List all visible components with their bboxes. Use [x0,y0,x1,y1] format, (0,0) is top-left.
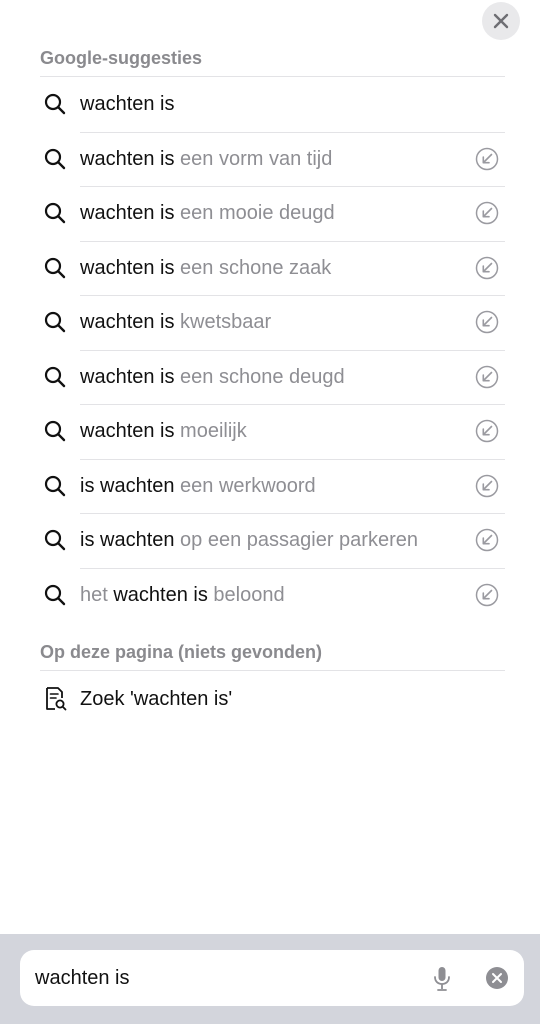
row-divider [80,513,505,514]
search-icon [44,311,66,333]
suggestion-query: wachten is [80,257,175,279]
suggestion-row[interactable]: wachten is [0,77,540,131]
suggestion-row[interactable]: wachten is een schone zaak [0,241,540,295]
suggestion-completion: een schone zaak [174,257,332,279]
suggestion-text: is wachten een werkwoord [80,459,316,513]
fill-in-arrow-icon[interactable] [475,419,499,443]
suggestion-text: wachten is een mooie deugd [80,186,335,240]
row-divider [80,241,505,242]
row-divider [80,132,505,133]
clear-circle-icon[interactable] [486,967,508,989]
suggestion-query: wachten is [80,311,175,333]
close-button[interactable] [482,2,520,40]
fill-in-arrow-icon[interactable] [475,201,499,225]
suggestion-query: wachten is [80,93,175,115]
suggestion-text: wachten is kwetsbaar [80,295,271,349]
search-icon [44,257,66,279]
fill-in-arrow-icon[interactable] [475,474,499,498]
close-icon [493,13,509,29]
suggestion-completion: een werkwoord [174,475,316,497]
suggestion-text: wachten is een schone zaak [80,241,331,295]
find-in-page-icon [46,687,67,711]
suggestion-text: wachten is moeilijk [80,404,247,458]
suggestion-row[interactable]: is wachten een werkwoord [0,459,540,513]
search-icon [44,202,66,224]
suggestion-text: wachten is een schone deugd [80,350,345,404]
suggestion-row[interactable]: wachten is een mooie deugd [0,186,540,240]
suggestion-text: wachten is een vorm van tijd [80,132,332,186]
search-icon [44,584,66,606]
search-input-value: wachten is [35,967,130,989]
suggestion-row[interactable]: wachten is kwetsbaar [0,295,540,349]
row-divider [80,350,505,351]
row-divider [80,186,505,187]
search-icon [44,529,66,551]
suggestion-completion: een mooie deugd [174,202,335,224]
microphone-icon[interactable] [432,966,452,992]
search-input[interactable]: wachten is [20,950,524,1006]
fill-in-arrow-icon[interactable] [475,256,499,280]
find-on-page-label: Zoek 'wachten is' [80,688,233,710]
suggestion-query: wachten is [80,420,175,442]
suggestion-query: wachten is [80,366,175,388]
search-icon [44,93,66,115]
row-divider [80,568,505,569]
suggestion-query: is wachten [80,529,175,551]
suggestion-row[interactable]: het wachten is beloond [0,568,540,622]
suggestion-completion: moeilijk [174,420,247,442]
on-this-page-header: Op deze pagina (niets gevonden) [40,642,323,662]
suggestion-completion: een schone deugd [174,366,345,388]
fill-in-arrow-icon[interactable] [475,310,499,334]
fill-in-arrow-icon[interactable] [475,528,499,552]
suggestion-completion: een vorm van tijd [174,148,333,170]
section-divider [40,670,505,671]
suggestion-query: wachten is [80,202,175,224]
bottom-search-bar: wachten is [0,934,540,1024]
search-icon [44,475,66,497]
suggestion-query: wachten is [113,584,208,606]
fill-in-arrow-icon[interactable] [475,583,499,607]
suggestion-row[interactable]: is wachten op een passagier parkeren [0,513,540,567]
suggestion-text: wachten is [80,77,175,131]
suggestion-text: het wachten is beloond [80,568,285,622]
suggestion-completion: op een passagier parkeren [174,529,418,551]
suggestion-completion: kwetsbaar [174,311,272,333]
google-suggestions-header: Google-suggesties [40,48,203,68]
row-divider [80,404,505,405]
fill-in-arrow-icon[interactable] [475,147,499,171]
row-divider [80,295,505,296]
suggestion-text: is wachten op een passagier parkeren [80,513,418,567]
fill-in-arrow-icon[interactable] [475,365,499,389]
search-suggestions-screen: Google-suggesties wachten is wachten is e… [0,0,540,1024]
suggestion-prefix: het [80,584,114,606]
search-icon [44,366,66,388]
suggestion-query: wachten is [80,148,175,170]
suggestion-completion: beloond [207,584,285,606]
suggestion-row[interactable]: wachten is moeilijk [0,404,540,458]
search-icon [44,420,66,442]
suggestion-query: is wachten [80,475,175,497]
row-divider [80,459,505,460]
suggestion-row[interactable]: wachten is een schone deugd [0,350,540,404]
suggestion-row[interactable]: wachten is een vorm van tijd [0,132,540,186]
search-icon [44,148,66,170]
find-on-page-row[interactable]: Zoek 'wachten is' [0,672,540,726]
